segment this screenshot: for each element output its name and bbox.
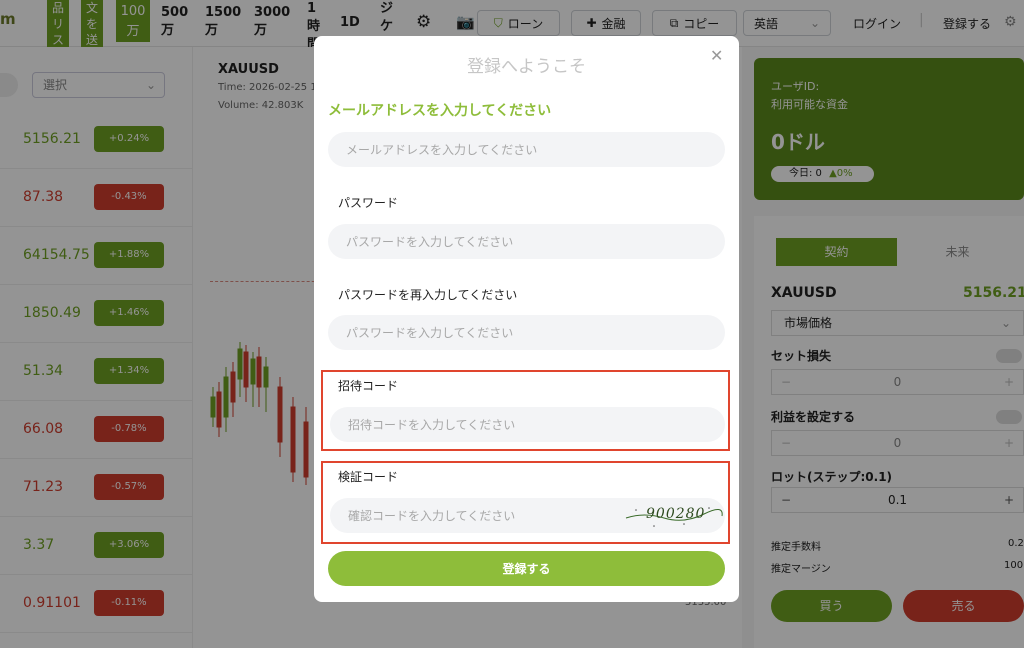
email-field[interactable] (328, 132, 725, 167)
invite-code-field[interactable] (330, 407, 725, 442)
captcha-text: 900280 (646, 506, 706, 522)
modal-title: 登録へようこそ (467, 57, 586, 77)
password-confirm-label: パスワードを再入力してください (338, 288, 518, 302)
captcha-label: 検証コード (338, 470, 399, 484)
captcha-image[interactable]: 900280 (624, 502, 724, 530)
close-icon[interactable]: ✕ (710, 46, 723, 65)
register-modal: 登録へようこそ ✕ メールアドレスを入力してください パスワード パスワードを再… (314, 36, 739, 602)
email-heading: メールアドレスを入力してください (328, 103, 552, 119)
invite-code-label: 招待コード (338, 379, 399, 393)
password-field[interactable] (328, 224, 725, 259)
password-confirm-field[interactable] (328, 315, 725, 350)
register-submit-button[interactable]: 登録する (328, 551, 725, 586)
password-label: パスワード (338, 196, 399, 210)
